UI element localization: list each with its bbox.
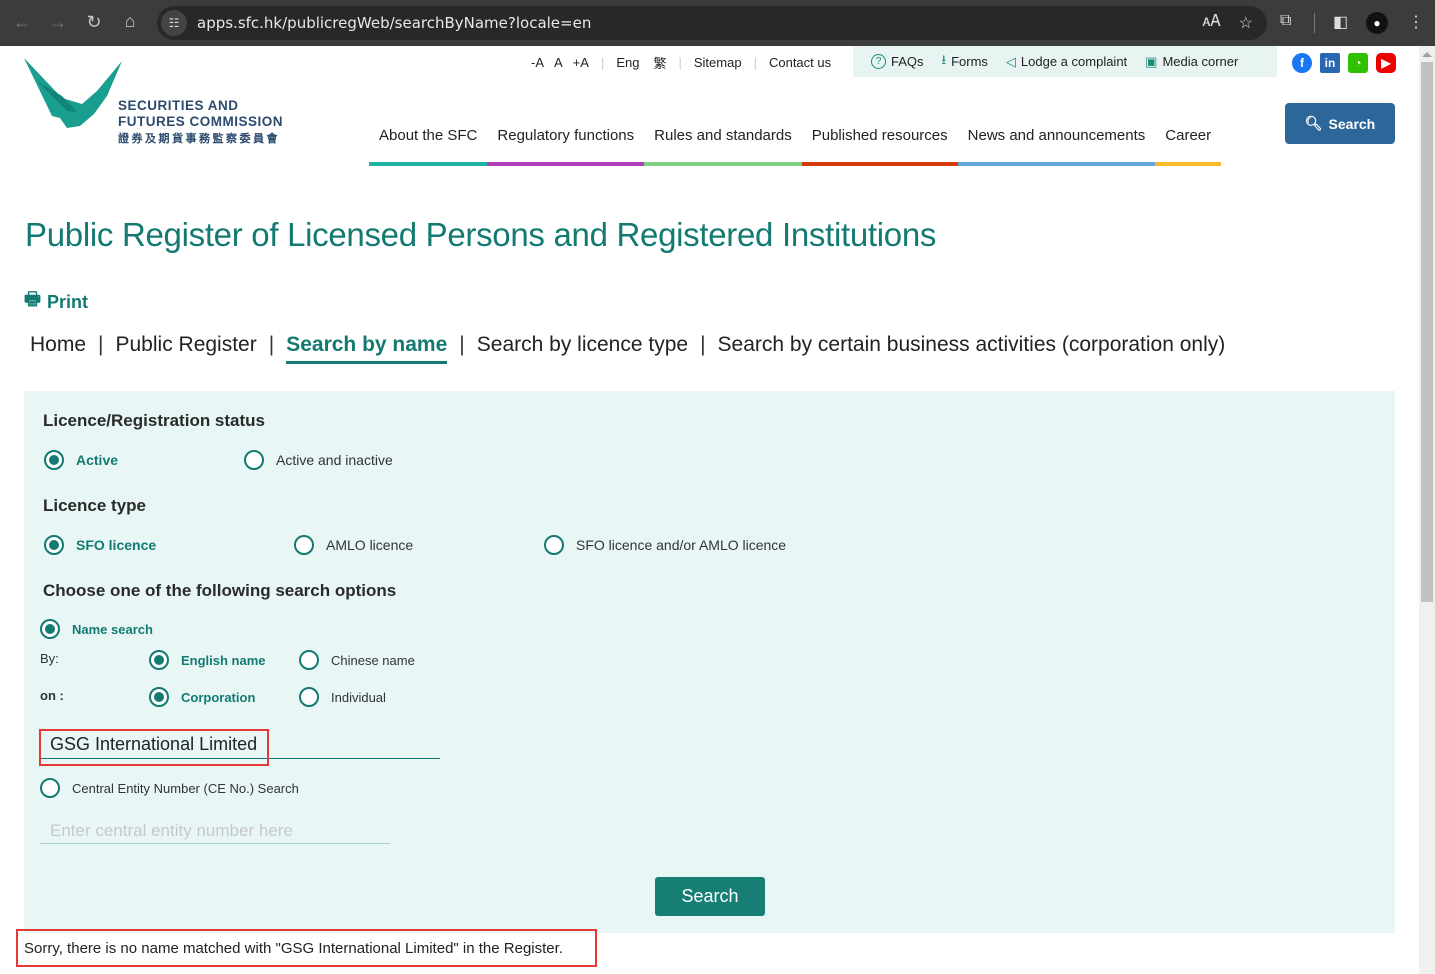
quick-links-bar: ? FAQs ⭳ Forms ◁ Lodge a complaint ▣ Med… xyxy=(853,46,1277,77)
lang-chinese-link[interactable]: 繁 xyxy=(653,53,666,72)
logo-chinese: 證券及期貨事務監察委員會 xyxy=(118,133,280,145)
font-normal-link[interactable]: A xyxy=(554,55,563,70)
print-button[interactable]: 🖶 Print xyxy=(24,287,88,317)
extensions-icon[interactable]: ⧉ xyxy=(1280,12,1291,30)
contact-link[interactable]: Contact us xyxy=(769,55,831,70)
nav-rules-standards[interactable]: Rules and standards xyxy=(644,126,802,166)
breadcrumb: Home | Public Register | Search by name … xyxy=(30,333,1226,364)
lang-english-link[interactable]: Eng xyxy=(616,55,639,70)
search-icon: 🔍︎ xyxy=(1304,115,1323,131)
radio-sfo-licence[interactable]: SFO licence xyxy=(44,535,156,555)
radio-amlo-licence[interactable]: AMLO licence xyxy=(294,535,413,555)
tab-search-by-business-activities[interactable]: Search by certain business activities (c… xyxy=(718,333,1226,357)
page-title: Public Register of Licensed Persons and … xyxy=(25,216,937,253)
nav-career[interactable]: Career xyxy=(1155,126,1222,166)
page-scrollbar[interactable] xyxy=(1419,46,1435,974)
url-text[interactable]: apps.sfc.hk/publicregWeb/searchByName?lo… xyxy=(197,14,591,32)
no-match-message: Sorry, there is no name matched with "GS… xyxy=(24,940,563,957)
youtube-icon[interactable]: ▶ xyxy=(1376,53,1396,73)
question-circle-icon: ? xyxy=(871,54,886,69)
sitemap-link[interactable]: Sitemap xyxy=(694,55,742,70)
address-bar[interactable]: ☷ apps.sfc.hk/publicregWeb/searchByName?… xyxy=(157,6,1267,40)
printer-icon: 🖶 xyxy=(24,289,41,309)
radio-corporation[interactable]: Corporation xyxy=(149,687,255,707)
divider: | xyxy=(268,333,275,356)
radio-chinese-name[interactable]: Chinese name xyxy=(299,650,415,670)
licence-type-heading: Licence type xyxy=(43,496,146,515)
site-settings-icon[interactable]: ☷ xyxy=(161,10,187,36)
tab-search-by-licence-type[interactable]: Search by licence type xyxy=(477,333,688,357)
radio-active-and-inactive[interactable]: Active and inactive xyxy=(244,450,393,470)
breadcrumb-public-register[interactable]: Public Register xyxy=(116,333,257,357)
radio-name-search[interactable]: Name search xyxy=(40,619,153,639)
social-links: f in ◔ ▶ xyxy=(1292,53,1396,73)
radio-ce-number-search[interactable]: Central Entity Number (CE No.) Search xyxy=(40,778,299,798)
browser-toolbar: ← → ↻ ⌂ ☷ apps.sfc.hk/publicregWeb/searc… xyxy=(0,0,1435,46)
site-search-button[interactable]: 🔍︎ Search xyxy=(1285,103,1395,144)
name-search-input[interactable] xyxy=(40,731,440,759)
menu-icon[interactable]: ⋮ xyxy=(1408,12,1424,32)
lodge-complaint-link[interactable]: ◁ Lodge a complaint xyxy=(1006,54,1127,70)
divider: | xyxy=(98,333,104,356)
faqs-link[interactable]: ? FAQs xyxy=(871,54,924,69)
forms-link[interactable]: ⭳ Forms xyxy=(942,51,988,73)
radio-english-name[interactable]: English name xyxy=(149,650,266,670)
eagle-logo-icon xyxy=(24,58,122,128)
bookmark-star-icon[interactable]: ☆ xyxy=(1239,13,1253,33)
toolbar-divider xyxy=(1314,13,1315,33)
side-panel-icon[interactable]: ◧ xyxy=(1333,12,1348,32)
divider: | xyxy=(678,54,682,70)
by-label: By: xyxy=(40,651,59,666)
status-heading: Licence/Registration status xyxy=(43,411,266,430)
nav-published-resources[interactable]: Published resources xyxy=(801,126,958,166)
media-corner-link[interactable]: ▣ Media corner xyxy=(1145,54,1238,70)
image-icon: ▣ xyxy=(1145,53,1158,69)
main-navigation: About the SFC Regulatory functions Rules… xyxy=(369,126,1222,166)
radio-active[interactable]: Active xyxy=(44,450,118,470)
divider: | xyxy=(753,54,757,70)
logo-line-1: SECURITIES AND xyxy=(118,98,239,113)
home-icon[interactable]: ⌂ xyxy=(112,11,148,32)
wechat-icon[interactable]: ◔ xyxy=(1348,53,1368,73)
nav-about[interactable]: About the SFC xyxy=(369,126,488,166)
sfc-logo[interactable]: SECURITIES AND FUTURES COMMISSION 證券及期貨事… xyxy=(22,56,292,151)
reload-icon[interactable]: ↻ xyxy=(76,12,112,33)
font-increase-link[interactable]: +A xyxy=(573,55,589,70)
breadcrumb-home[interactable]: Home xyxy=(30,333,86,357)
nav-regulatory-functions[interactable]: Regulatory functions xyxy=(487,126,645,166)
linkedin-icon[interactable]: in xyxy=(1320,53,1340,73)
logo-line-2: FUTURES COMMISSION xyxy=(118,114,284,129)
profile-icon[interactable]: ● xyxy=(1366,12,1388,34)
facebook-icon[interactable]: f xyxy=(1292,53,1312,73)
utility-links: -A A +A | Eng 繁 | Sitemap | Contact us xyxy=(531,52,831,72)
divider: | xyxy=(459,333,465,356)
ce-number-input[interactable] xyxy=(40,818,390,844)
divider: | xyxy=(700,333,706,356)
translate-icon[interactable]: 🗚 xyxy=(1203,13,1221,33)
download-icon: ⭳ xyxy=(941,51,947,67)
nav-news[interactable]: News and announcements xyxy=(957,126,1156,166)
back-icon[interactable]: ← xyxy=(4,12,40,33)
search-options-heading: Choose one of the following search optio… xyxy=(43,581,397,600)
scroll-up-arrow-icon[interactable] xyxy=(1422,52,1432,57)
tab-search-by-name[interactable]: Search by name xyxy=(286,333,448,364)
search-submit-button[interactable]: Search xyxy=(655,877,765,916)
on-label: on : xyxy=(40,688,64,703)
forward-icon[interactable]: → xyxy=(40,12,76,33)
scrollbar-thumb[interactable] xyxy=(1421,62,1433,602)
megaphone-icon: ◁ xyxy=(1005,53,1016,69)
radio-individual[interactable]: Individual xyxy=(299,687,386,707)
divider: | xyxy=(600,54,605,70)
font-decrease-link[interactable]: -A xyxy=(531,55,544,70)
radio-sfo-or-amlo-licence[interactable]: SFO licence and/or AMLO licence xyxy=(544,535,786,555)
